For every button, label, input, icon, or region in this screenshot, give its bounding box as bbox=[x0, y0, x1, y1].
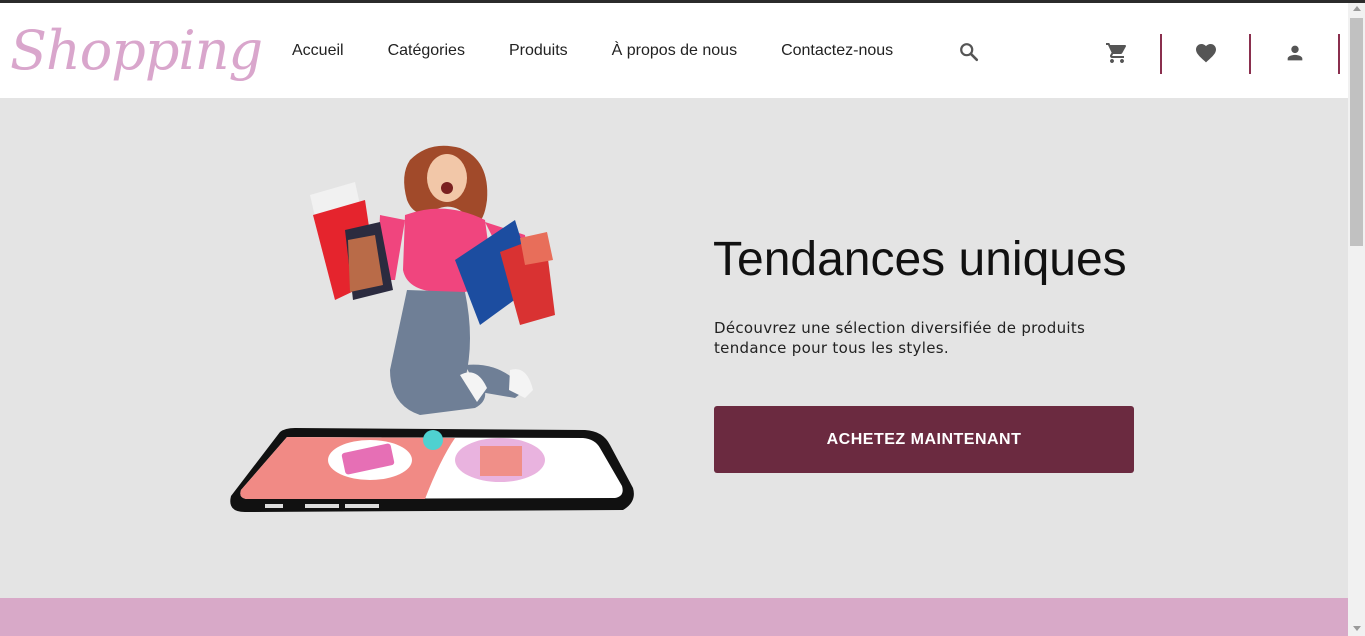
cart-icon bbox=[1106, 43, 1127, 63]
header-divider bbox=[1160, 34, 1162, 74]
hero-title: Tendances uniques bbox=[713, 233, 1127, 286]
nav-item-a-propos[interactable]: À propos de nous bbox=[612, 42, 737, 60]
account-button[interactable] bbox=[1273, 33, 1317, 73]
search-icon[interactable] bbox=[958, 41, 980, 63]
scroll-down-arrow-icon[interactable] bbox=[1353, 626, 1361, 631]
wishlist-button[interactable] bbox=[1184, 33, 1228, 73]
scroll-up-arrow-icon[interactable] bbox=[1353, 6, 1361, 11]
scrollbar-thumb[interactable] bbox=[1350, 18, 1363, 246]
main-nav: Accueil Catégories Produits À propos de … bbox=[270, 3, 915, 98]
hero-section bbox=[0, 98, 1348, 598]
user-icon bbox=[1287, 45, 1303, 61]
header-divider bbox=[1338, 34, 1340, 74]
nav-item-contact[interactable]: Contactez-nous bbox=[781, 42, 893, 60]
heart-icon bbox=[1196, 44, 1216, 63]
site-header: Shopping Accueil Catégories Produits À p… bbox=[0, 3, 1348, 98]
phone-illustration bbox=[230, 428, 634, 512]
shop-now-button[interactable]: ACHETEZ MAINTENANT bbox=[714, 406, 1134, 473]
cart-button[interactable] bbox=[1095, 33, 1139, 73]
site-logo[interactable]: Shopping bbox=[10, 11, 263, 91]
next-section-band bbox=[0, 598, 1348, 636]
header-divider bbox=[1249, 34, 1251, 74]
nav-item-categories[interactable]: Catégories bbox=[388, 42, 465, 60]
nav-item-accueil[interactable]: Accueil bbox=[292, 42, 344, 60]
nav-item-produits[interactable]: Produits bbox=[509, 42, 568, 60]
hero-description: Découvrez une sélection diversifiée de p… bbox=[714, 319, 1086, 357]
hero-illustration bbox=[230, 145, 634, 512]
woman-illustration bbox=[310, 145, 555, 415]
